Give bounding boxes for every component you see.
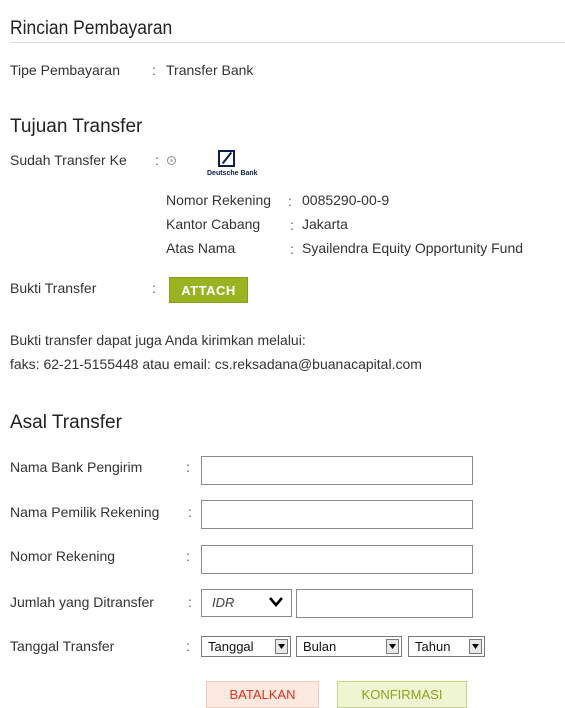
month-select[interactable]: Bulan <box>296 636 402 657</box>
dropdown-arrow-icon <box>469 639 482 654</box>
sender-bank-input[interactable] <box>201 456 473 485</box>
colon: : <box>186 459 190 475</box>
title-divider <box>10 42 565 43</box>
colon: : <box>152 62 156 78</box>
date-label: Tanggal Transfer <box>10 638 115 654</box>
origin-account-number-input[interactable] <box>201 545 473 574</box>
day-select-value: Tanggal <box>208 639 254 654</box>
year-select-value: Tahun <box>415 639 451 654</box>
branch-value: Jakarta <box>302 216 348 232</box>
cancel-button[interactable]: BATALKAN <box>206 681 319 708</box>
day-select[interactable]: Tanggal <box>201 636 291 657</box>
amount-input[interactable] <box>296 589 473 618</box>
dropdown-arrow-icon <box>275 639 288 654</box>
account-number-label: Nomor Rekening <box>166 192 272 208</box>
colon: : <box>152 280 156 296</box>
colon: : <box>288 193 292 209</box>
year-select[interactable]: Tahun <box>408 636 485 657</box>
proof-note-line-2: faks: 62-21-5155448 atau email: cs.reksa… <box>10 356 422 372</box>
bank-logo-text: Deutsche Bank <box>207 170 258 177</box>
origin-account-number-label: Nomor Rekening <box>10 548 116 564</box>
colon: : <box>188 594 192 610</box>
colon: : <box>188 504 192 520</box>
account-owner-input[interactable] <box>201 500 473 529</box>
bank-radio-button[interactable] <box>167 156 176 165</box>
dropdown-arrow-icon <box>386 639 399 654</box>
payment-type-value: Transfer Bank <box>166 62 254 78</box>
currency-select[interactable]: IDR <box>201 589 292 617</box>
proof-note-line-1: Bukti transfer dapat juga Anda kirimkan … <box>10 332 306 348</box>
destination-heading: Tujuan Transfer <box>10 116 143 137</box>
deutsche-bank-logo: Deutsche Bank <box>207 150 258 180</box>
amount-label: Jumlah yang Ditransfer <box>10 594 154 610</box>
colon: : <box>186 638 190 654</box>
month-select-value: Bulan <box>303 639 337 654</box>
confirm-button[interactable]: KONFIRMASI <box>337 681 467 708</box>
account-number-value: 0085290-00-9 <box>302 192 390 208</box>
colon: : <box>155 152 159 168</box>
sender-bank-label: Nama Bank Pengirim <box>10 459 143 475</box>
account-owner-label: Nama Pemilik Rekening <box>10 504 160 520</box>
page-title: Rincian Pembayaran <box>10 18 173 39</box>
attach-button[interactable]: ATTACH <box>169 277 248 303</box>
account-name-label: Atas Nama <box>166 240 236 256</box>
colon: : <box>186 548 190 564</box>
branch-label: Kantor Cabang <box>166 216 261 232</box>
colon: : <box>290 217 294 233</box>
transferred-to-label: Sudah Transfer Ke <box>10 152 127 168</box>
chevron-down-icon <box>269 597 283 607</box>
payment-type-label: Tipe Pembayaran <box>10 62 120 78</box>
colon: : <box>290 241 294 257</box>
origin-heading: Asal Transfer <box>10 412 122 433</box>
proof-label: Bukti Transfer <box>10 280 97 296</box>
account-name-value: Syailendra Equity Opportunity Fund <box>302 240 524 256</box>
currency-value: IDR <box>212 595 235 610</box>
